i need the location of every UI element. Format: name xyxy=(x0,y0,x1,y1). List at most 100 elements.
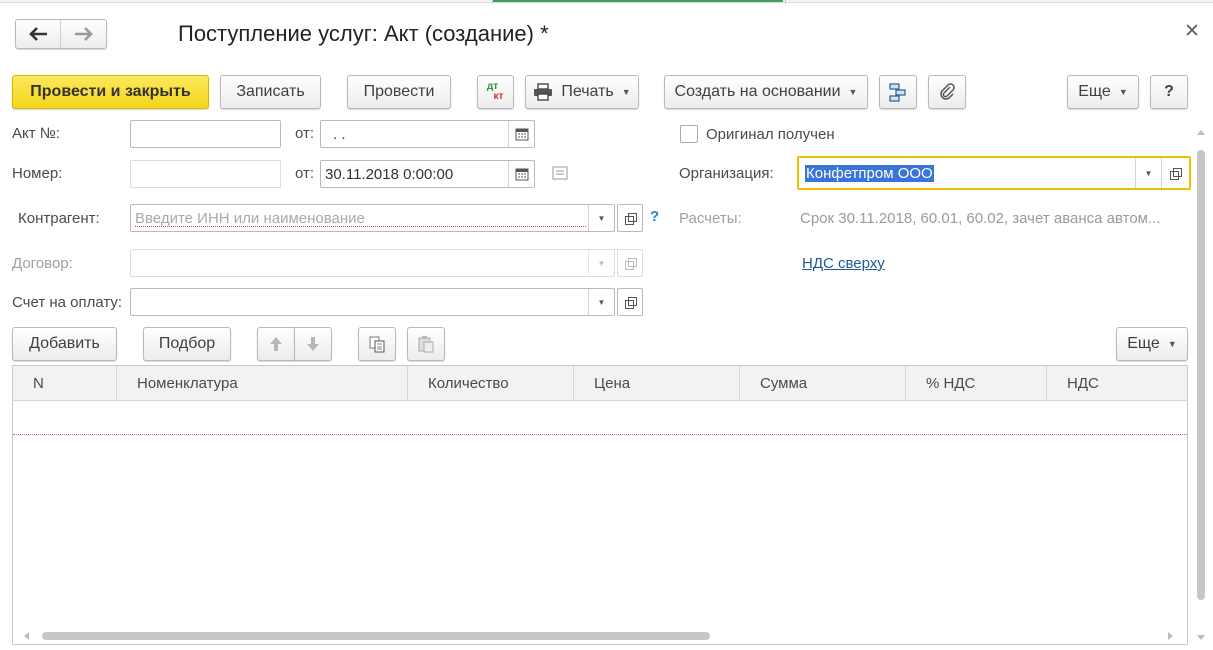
save-button[interactable]: Записать xyxy=(220,75,321,109)
table-more-label: Еще xyxy=(1127,335,1160,352)
window-title: Поступление услуг: Акт (создание) * xyxy=(178,21,549,46)
settlements-link[interactable]: Срок 30.11.2018, 60.01, 60.02, зачет ава… xyxy=(800,210,1161,227)
paste-icon xyxy=(418,336,434,353)
tab-separator xyxy=(492,0,493,4)
tab-separator xyxy=(785,0,786,4)
attach-button[interactable] xyxy=(928,75,966,109)
scrollbar-thumb[interactable] xyxy=(42,632,710,640)
number-date-value: 30.11.2018 0:00:00 xyxy=(325,165,454,183)
scroll-down-icon[interactable] xyxy=(1197,635,1205,640)
organization-field[interactable]: Конфетпром ООО ▼ xyxy=(797,156,1191,190)
chevron-down-icon: ▼ xyxy=(1118,87,1128,97)
document-structure-icon xyxy=(889,83,906,102)
printer-icon xyxy=(534,83,553,101)
dt-kt-button[interactable]: дт кт xyxy=(477,75,514,109)
original-received-label: Оригинал получен xyxy=(706,126,835,143)
number-date-field[interactable]: 30.11.2018 0:00:00 xyxy=(320,160,535,188)
print-button[interactable]: Печать ▼ xyxy=(525,75,639,109)
arrow-down-icon xyxy=(307,337,319,351)
contract-open-button[interactable] xyxy=(617,249,643,277)
kt-label: кт xyxy=(493,91,504,102)
organization-open-button[interactable] xyxy=(1161,158,1189,188)
structure-button[interactable] xyxy=(879,75,917,109)
scroll-right-icon[interactable] xyxy=(1168,632,1173,640)
number-label: Номер: xyxy=(12,165,63,182)
arrow-left-icon xyxy=(29,27,47,41)
vertical-scrollbar[interactable] xyxy=(1197,150,1205,600)
act-no-field[interactable] xyxy=(130,120,281,148)
chevron-down-icon[interactable]: ▼ xyxy=(588,250,614,276)
column-header-nomenclature[interactable]: Номенклатура xyxy=(117,366,408,401)
services-table[interactable]: N Номенклатура Количество Цена Сумма % Н… xyxy=(12,365,1188,645)
chevron-down-icon[interactable]: ▼ xyxy=(1135,158,1161,188)
top-tab-strip xyxy=(0,0,1213,4)
counterparty-open-button[interactable] xyxy=(617,204,643,232)
create-based-on-label: Создать на основании xyxy=(674,83,841,100)
move-up-button[interactable] xyxy=(257,327,295,361)
paperclip-icon xyxy=(940,83,955,100)
horizontal-scrollbar[interactable] xyxy=(28,632,1158,640)
organization-value: Конфетпром ООО xyxy=(805,164,934,182)
invoice-open-button[interactable] xyxy=(617,288,643,316)
column-header-vat[interactable]: НДС xyxy=(1047,366,1187,401)
post-and-close-button[interactable]: Провести и закрыть xyxy=(12,75,209,109)
table-more-button[interactable]: Еще ▼ xyxy=(1116,327,1188,361)
act-no-label: Акт №: xyxy=(12,125,61,142)
required-underline xyxy=(135,226,586,227)
counterparty-label: Контрагент: xyxy=(18,210,100,227)
table-row[interactable] xyxy=(13,401,1187,435)
post-button[interactable]: Провести xyxy=(347,75,451,109)
pick-button[interactable]: Подбор xyxy=(143,327,231,361)
chevron-down-icon: ▼ xyxy=(1167,339,1177,349)
org-label: Организация: xyxy=(679,165,774,182)
print-label: Печать xyxy=(561,83,614,100)
open-form-icon xyxy=(624,296,637,309)
act-date-field[interactable]: . . xyxy=(320,120,535,148)
help-button[interactable]: ? xyxy=(1150,75,1188,109)
arrow-right-icon xyxy=(74,27,93,41)
contract-field[interactable]: ▼ xyxy=(130,249,615,277)
column-header-n[interactable]: N xyxy=(13,366,117,401)
more-label: Еще xyxy=(1078,83,1111,100)
invoice-label: Счет на оплату: xyxy=(12,294,123,311)
chevron-down-icon: ▼ xyxy=(848,87,858,97)
copy-icon xyxy=(369,336,385,353)
number-date-from-label: от: xyxy=(295,165,315,182)
close-icon[interactable] xyxy=(1184,22,1200,38)
column-header-sum[interactable]: Сумма xyxy=(740,366,906,401)
forward-button[interactable] xyxy=(61,20,106,48)
active-tab-indicator xyxy=(493,0,783,2)
table-header: N Номенклатура Количество Цена Сумма % Н… xyxy=(13,366,1187,401)
open-form-icon xyxy=(624,257,637,270)
column-header-price[interactable]: Цена xyxy=(574,366,740,401)
arrow-up-icon xyxy=(270,337,282,351)
create-based-on-button[interactable]: Создать на основании ▼ xyxy=(664,75,868,109)
number-field[interactable] xyxy=(130,160,281,188)
chevron-down-icon: ▼ xyxy=(621,87,631,97)
calendar-icon[interactable] xyxy=(508,161,534,187)
counterparty-field[interactable]: Введите ИНН или наименование ▼ xyxy=(130,204,615,232)
comment-icon[interactable] xyxy=(552,166,568,184)
add-row-button[interactable]: Добавить xyxy=(12,327,117,361)
copy-button[interactable] xyxy=(358,327,396,361)
back-button[interactable] xyxy=(16,20,62,48)
scroll-up-icon[interactable] xyxy=(1197,130,1205,135)
act-date-from-label: от: xyxy=(295,125,315,142)
more-button[interactable]: Еще ▼ xyxy=(1067,75,1139,109)
open-form-icon xyxy=(624,212,637,225)
calendar-icon[interactable] xyxy=(508,121,534,147)
chevron-down-icon[interactable]: ▼ xyxy=(588,205,614,231)
chevron-down-icon[interactable]: ▼ xyxy=(588,289,614,315)
move-down-button[interactable] xyxy=(294,327,332,361)
column-header-vat-rate[interactable]: % НДС xyxy=(906,366,1047,401)
settlements-label: Расчеты: xyxy=(679,210,742,227)
paste-button[interactable] xyxy=(407,327,445,361)
counterparty-help-link[interactable]: ? xyxy=(650,208,659,225)
invoice-field[interactable]: ▼ xyxy=(130,288,615,316)
counterparty-placeholder: Введите ИНН или наименование xyxy=(135,209,365,227)
column-header-quantity[interactable]: Количество xyxy=(408,366,574,401)
nav-buttons xyxy=(15,19,107,49)
vat-link[interactable]: НДС сверху xyxy=(802,255,885,272)
open-form-icon xyxy=(1170,167,1182,180)
original-received-checkbox[interactable] xyxy=(680,125,698,143)
